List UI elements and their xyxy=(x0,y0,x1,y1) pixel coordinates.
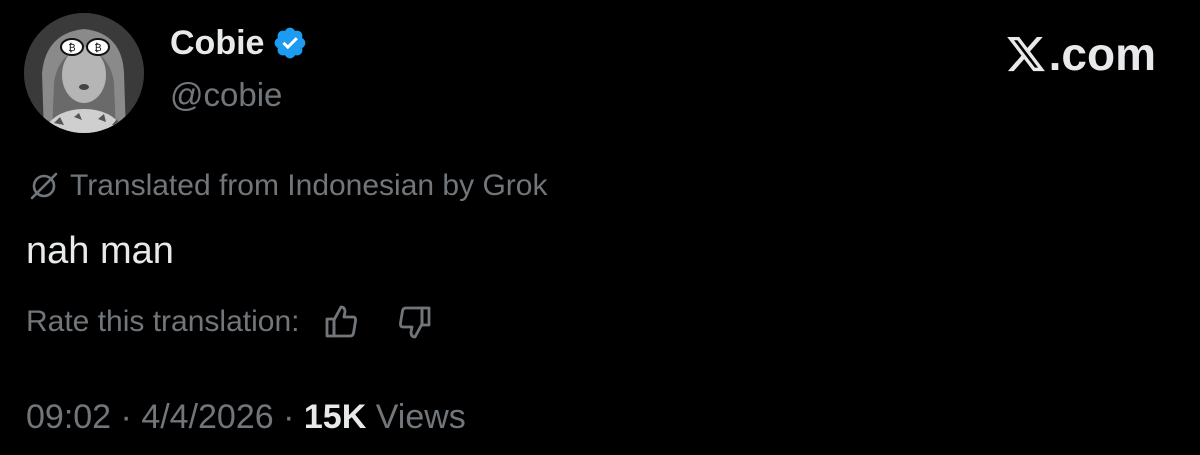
author-name-row[interactable]: Cobie xyxy=(170,22,308,64)
meta-separator: · xyxy=(273,398,304,436)
meta-separator: · xyxy=(111,398,142,436)
translation-label: Translated from Indonesian by Grok xyxy=(70,169,548,202)
tweet-text: nah man xyxy=(26,230,174,272)
views-label: Views xyxy=(375,398,466,436)
display-name[interactable]: Cobie xyxy=(170,22,264,64)
brand-domain: .com xyxy=(1048,28,1156,80)
tweet-date[interactable]: 4/4/2026 xyxy=(141,398,273,436)
thumbs-down-icon[interactable] xyxy=(395,302,435,342)
avatar[interactable]: ₿ ₿ xyxy=(24,13,144,133)
author-handle[interactable]: @cobie xyxy=(170,75,282,115)
svg-text:₿: ₿ xyxy=(94,42,101,54)
rate-label: Rate this translation: xyxy=(26,305,300,338)
grok-icon xyxy=(28,170,60,202)
views-count: 15K xyxy=(303,398,367,436)
x-logo-icon xyxy=(1005,33,1047,75)
translation-rating: Rate this translation: xyxy=(26,302,435,342)
translation-notice: Translated from Indonesian by Grok xyxy=(28,168,547,204)
tweet-meta: 09:02 · 4/4/2026 · 15K Views xyxy=(26,396,466,438)
verified-badge-icon xyxy=(272,25,308,61)
brand-watermark: .com xyxy=(1005,28,1156,80)
svg-text:₿: ₿ xyxy=(68,42,75,54)
thumbs-up-icon[interactable] xyxy=(321,302,361,342)
tweet-time[interactable]: 09:02 xyxy=(26,398,111,436)
